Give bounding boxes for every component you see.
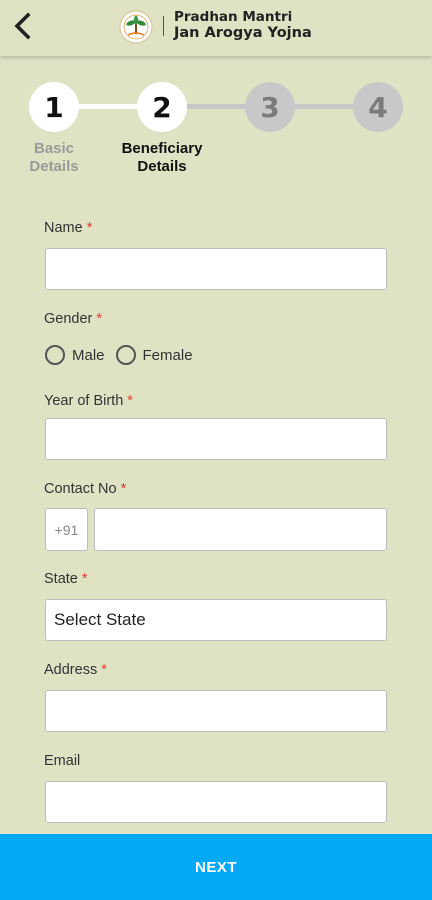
progress-stepper: 1 2 3 4 Basic Details Beneficiary Detail… [0,80,432,180]
year-of-birth-label-text: Year of Birth [44,393,124,409]
gender-male-radio[interactable] [45,345,65,365]
step-connector-1-2 [78,104,140,109]
state-select[interactable]: Select State [45,599,387,641]
step-4-circle: 4 [353,82,403,132]
step-3-circle: 3 [245,82,295,132]
state-label-text: State [44,571,78,587]
required-mark: * [96,311,103,327]
required-mark: * [101,662,107,678]
step-1-label-line-2: Details [29,158,79,175]
year-of-birth-input[interactable] [45,418,387,460]
step-1-circle[interactable]: 1 [29,82,79,132]
back-button[interactable] [8,10,40,42]
next-button[interactable]: NEXT [0,834,432,900]
app-title: Pradhan Mantri Jan Arogya Yojna [174,10,312,42]
state-label: State * [44,571,88,587]
step-1-label-line-1: Basic [33,140,75,157]
contact-label: Contact No * [44,481,126,497]
title-line-2: Jan Arogya Yojna [174,25,312,41]
address-label-text: Address [44,662,98,678]
header-divider [163,16,164,36]
required-mark: * [127,393,133,409]
name-input[interactable] [45,248,387,290]
gender-radio-group: Male Female [45,343,196,367]
gender-female-label[interactable]: Female [143,347,193,364]
gender-female-radio[interactable] [115,345,136,365]
address-label: Address * [44,662,107,678]
title-line-1: Pradhan Mantri [174,9,293,25]
email-label: Email [44,753,80,769]
step-connector-3-4 [294,104,356,109]
step-connector-2-3 [186,104,248,109]
country-code-prefix: +91 [45,508,88,551]
name-label-text: Name [44,220,83,236]
year-of-birth-label: Year of Birth * [44,393,133,409]
app-header: Pradhan Mantri Jan Arogya Yojna [0,0,432,56]
email-label-text: Email [44,753,81,769]
step-2-label-line-1: Beneficiary [121,140,203,157]
required-mark: * [86,220,93,236]
contact-label-text: Contact No [44,481,117,497]
required-mark: * [81,571,88,587]
email-input[interactable] [45,781,387,823]
gender-male-label[interactable]: Male [72,347,105,364]
step-1-label: Basic Details [14,140,94,176]
gender-label: Gender * [44,311,102,327]
step-2-circle[interactable]: 2 [137,82,187,132]
arrow-back-icon [14,12,31,40]
step-2-label: Beneficiary Details [112,140,212,176]
name-label: Name * [44,220,92,236]
gender-label-text: Gender [44,311,93,327]
step-2-label-line-2: Details [137,158,187,175]
pmjay-logo-icon [119,10,153,44]
contact-number-input[interactable] [94,508,387,551]
address-input[interactable] [45,690,387,732]
required-mark: * [120,481,127,497]
